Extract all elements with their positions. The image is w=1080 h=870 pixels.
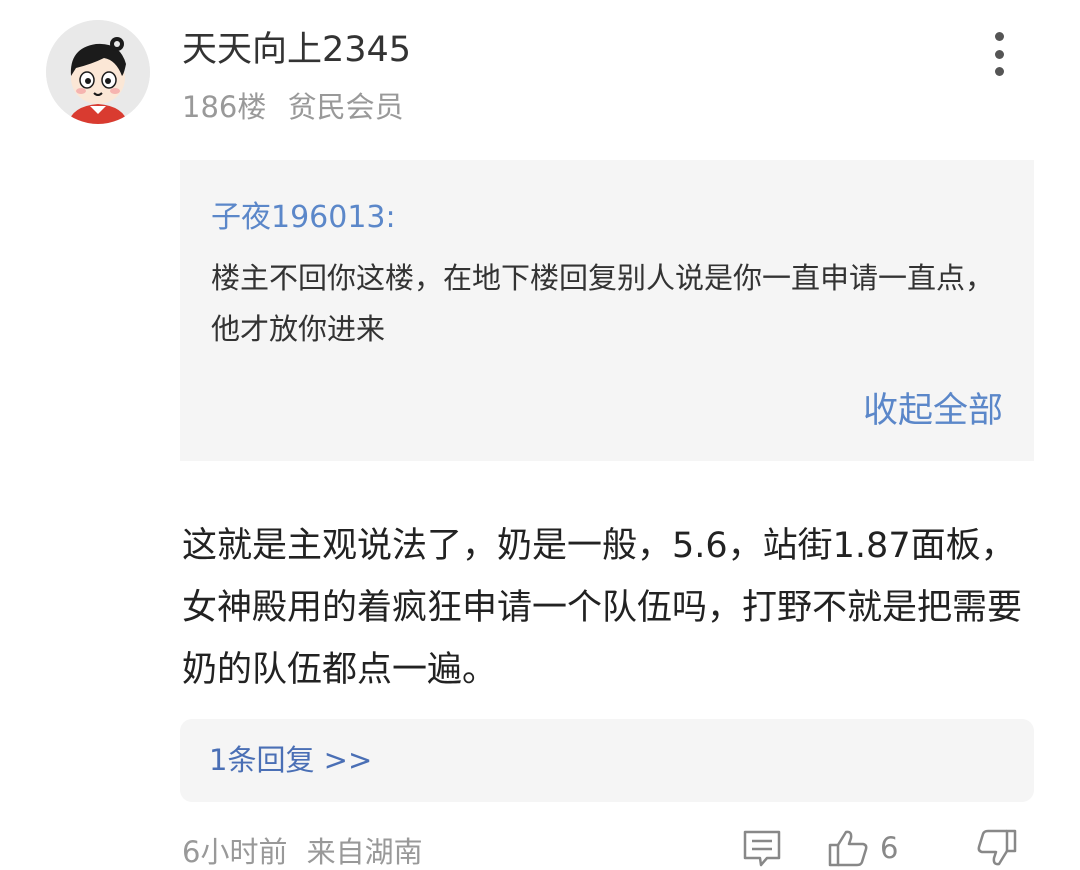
user-meta: 186楼 贫民会员 bbox=[182, 88, 404, 126]
more-vertical-icon bbox=[994, 32, 1004, 41]
member-level: 贫民会员 bbox=[287, 90, 404, 124]
more-options-button[interactable] bbox=[978, 28, 1020, 80]
like-count: 6 bbox=[880, 831, 899, 865]
collapse-all-link[interactable]: 收起全部 bbox=[863, 388, 1003, 434]
like-button[interactable]: 6 bbox=[826, 826, 898, 870]
post-location: 来自湖南 bbox=[306, 835, 423, 869]
dislike-button[interactable] bbox=[975, 826, 1019, 870]
comment-icon bbox=[743, 830, 781, 867]
replies-button[interactable]: 1条回复 >> bbox=[180, 719, 1034, 802]
username[interactable]: 天天向上2345 bbox=[182, 28, 411, 72]
cartoon-avatar-icon bbox=[46, 20, 150, 124]
thumbs-up-icon bbox=[828, 830, 868, 867]
floor-number: 186楼 bbox=[182, 90, 267, 124]
comment-button[interactable] bbox=[740, 826, 784, 870]
replies-label: 1条回复 >> bbox=[209, 743, 373, 777]
post-time: 6小时前 bbox=[182, 835, 288, 869]
quote-author[interactable]: 子夜196013: bbox=[211, 198, 396, 238]
post-footer-meta: 6小时前 来自湖南 bbox=[182, 832, 423, 870]
quoted-reply: 子夜196013: 楼主不回你这楼，在地下楼回复别人说是你一直申请一直点，他才放… bbox=[180, 160, 1034, 461]
quote-text: 楼主不回你这楼，在地下楼回复别人说是你一直申请一直点，他才放你进来 bbox=[211, 261, 995, 346]
thumbs-down-icon bbox=[977, 829, 1017, 866]
avatar[interactable] bbox=[46, 20, 150, 124]
post-body: 这就是主观说法了，奶是一般，5.6，站街1.87面板，女神殿用的着疯狂申请一个队… bbox=[182, 526, 1023, 690]
comment-card: 天天向上2345 186楼 贫民会员 子夜196013: 楼主不回你这楼，在地下… bbox=[0, 0, 1080, 870]
